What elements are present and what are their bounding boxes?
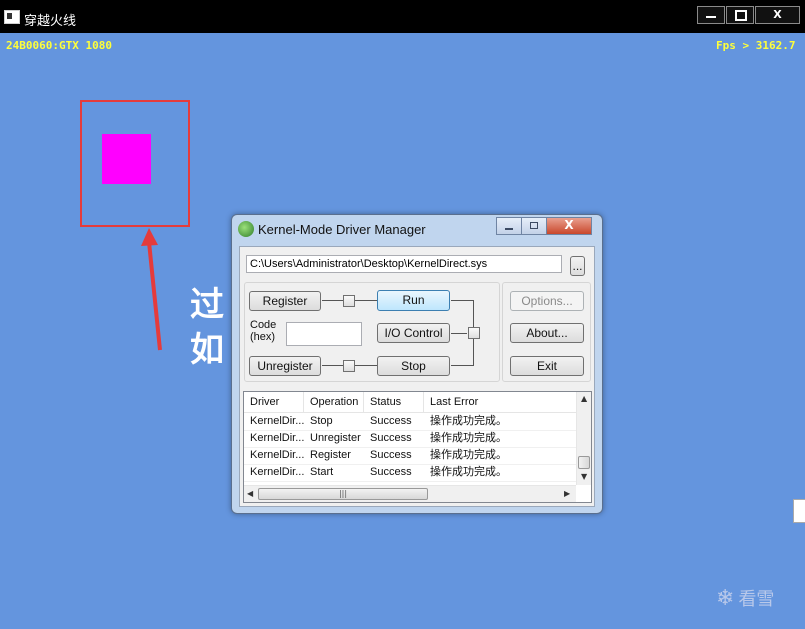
cell-operation: Unregister	[310, 432, 361, 444]
watermark: ❄ 看雪	[716, 585, 774, 611]
driver-path-input[interactable]	[246, 255, 562, 273]
run-button[interactable]: Run	[377, 290, 450, 311]
vertical-scrollbar[interactable]: ▲ ▼	[576, 392, 591, 485]
connector-line	[322, 300, 343, 301]
dialog-close-button[interactable]: X	[546, 217, 592, 235]
column-status[interactable]: Status	[364, 392, 424, 412]
options-button[interactable]: Options...	[510, 291, 584, 311]
scroll-right-icon[interactable]: ▶	[564, 489, 570, 498]
maximize-button[interactable]	[726, 6, 754, 24]
cell-driver: KernelDir...	[250, 415, 304, 427]
cell-last-error: 操作成功完成。	[430, 415, 507, 427]
io-control-button[interactable]: I/O Control	[377, 323, 450, 343]
scroll-up-icon[interactable]: ▲	[581, 394, 587, 403]
dialog-maximize-button[interactable]	[521, 217, 547, 235]
code-label-line1: Code	[250, 319, 277, 331]
gpu-info: 24B0060:GTX 1080	[6, 39, 112, 52]
code-hex-input[interactable]	[286, 322, 362, 346]
dialog-minimize-button[interactable]	[496, 217, 522, 235]
cell-driver: KernelDir...	[250, 432, 304, 444]
minimize-button[interactable]	[697, 6, 725, 24]
red-arrow-icon	[141, 228, 162, 351]
horizontal-scroll-thumb[interactable]: |||	[258, 488, 428, 500]
io-checkbox[interactable]	[468, 327, 480, 339]
register-button[interactable]: Register	[249, 291, 321, 311]
cell-status: Success	[370, 415, 412, 427]
dialog-title: Kernel-Mode Driver Manager	[258, 222, 426, 237]
driver-manager-dialog: Kernel-Mode Driver Manager X ... Registe…	[231, 214, 603, 514]
gear-icon	[238, 221, 254, 237]
list-header: Driver Operation Status Last Error	[244, 392, 576, 413]
window-title: 穿越火线	[24, 14, 77, 29]
close-icon: X	[773, 8, 782, 21]
close-button[interactable]: X	[755, 6, 800, 24]
horizontal-scrollbar[interactable]: ◀ ||| ▶	[244, 485, 576, 502]
cell-driver: KernelDir...	[250, 449, 304, 461]
cell-status: Success	[370, 432, 412, 444]
unregister-button[interactable]: Unregister	[249, 356, 321, 376]
table-row[interactable]: KernelDir... Stop Success 操作成功完成。	[244, 413, 576, 431]
cell-last-error: 操作成功完成。	[430, 466, 507, 478]
edge-widget[interactable]	[793, 499, 805, 523]
vertical-scroll-thumb[interactable]	[578, 456, 590, 469]
connector-line	[355, 365, 377, 366]
overlay-line-1: 过	[190, 285, 224, 325]
stop-button[interactable]: Stop	[377, 356, 450, 376]
table-row[interactable]: KernelDir... Register Success 操作成功完成。	[244, 447, 576, 465]
fps-counter: Fps > 3162.7	[716, 39, 796, 52]
browse-button[interactable]: ...	[570, 256, 585, 276]
cell-operation: Start	[310, 466, 334, 478]
cell-operation: Register	[310, 449, 351, 461]
scroll-left-icon[interactable]: ◀	[247, 489, 253, 498]
magenta-square	[102, 134, 151, 184]
cell-driver: KernelDir...	[250, 466, 304, 478]
register-checkbox[interactable]	[343, 295, 355, 307]
connector-line	[451, 333, 467, 334]
cell-operation: Stop	[310, 415, 333, 427]
unregister-checkbox[interactable]	[343, 360, 355, 372]
column-operation[interactable]: Operation	[304, 392, 364, 412]
snowflake-icon: ❄	[716, 586, 735, 611]
scroll-down-icon[interactable]: ▼	[581, 472, 587, 481]
close-icon: X	[564, 218, 574, 232]
window-titlebar: 穿越火线 X	[0, 0, 805, 33]
column-last-error[interactable]: Last Error	[424, 392, 576, 412]
code-label: Code (hex)	[250, 319, 276, 343]
operation-log-list[interactable]: Driver Operation Status Last Error Kerne…	[243, 391, 592, 503]
overlay-text-left: 过 如	[190, 283, 224, 373]
game-canvas[interactable]: 24B0060:GTX 1080 Fps > 3162.7 过 如 ❄ 看雪 Ke…	[0, 33, 805, 629]
about-button[interactable]: About...	[510, 323, 584, 343]
connector-line	[451, 300, 473, 301]
column-driver[interactable]: Driver	[244, 392, 304, 412]
cell-last-error: 操作成功完成。	[430, 449, 507, 461]
table-row[interactable]: KernelDir... Start Success 操作成功完成。	[244, 464, 576, 482]
exit-button[interactable]: Exit	[510, 356, 584, 376]
cell-status: Success	[370, 466, 412, 478]
cell-last-error: 操作成功完成。	[430, 432, 507, 444]
cell-status: Success	[370, 449, 412, 461]
code-label-line2: (hex)	[250, 331, 276, 343]
connector-line	[451, 365, 473, 366]
watermark-text: 看雪	[738, 589, 775, 610]
app-icon	[4, 10, 20, 24]
dialog-client: ... Register Run Code (hex) I/O Control …	[239, 246, 595, 507]
connector-line	[355, 300, 377, 301]
overlay-line-2: 如	[190, 330, 224, 370]
connector-line	[322, 365, 343, 366]
table-row[interactable]: KernelDir... Unregister Success 操作成功完成。	[244, 430, 576, 448]
